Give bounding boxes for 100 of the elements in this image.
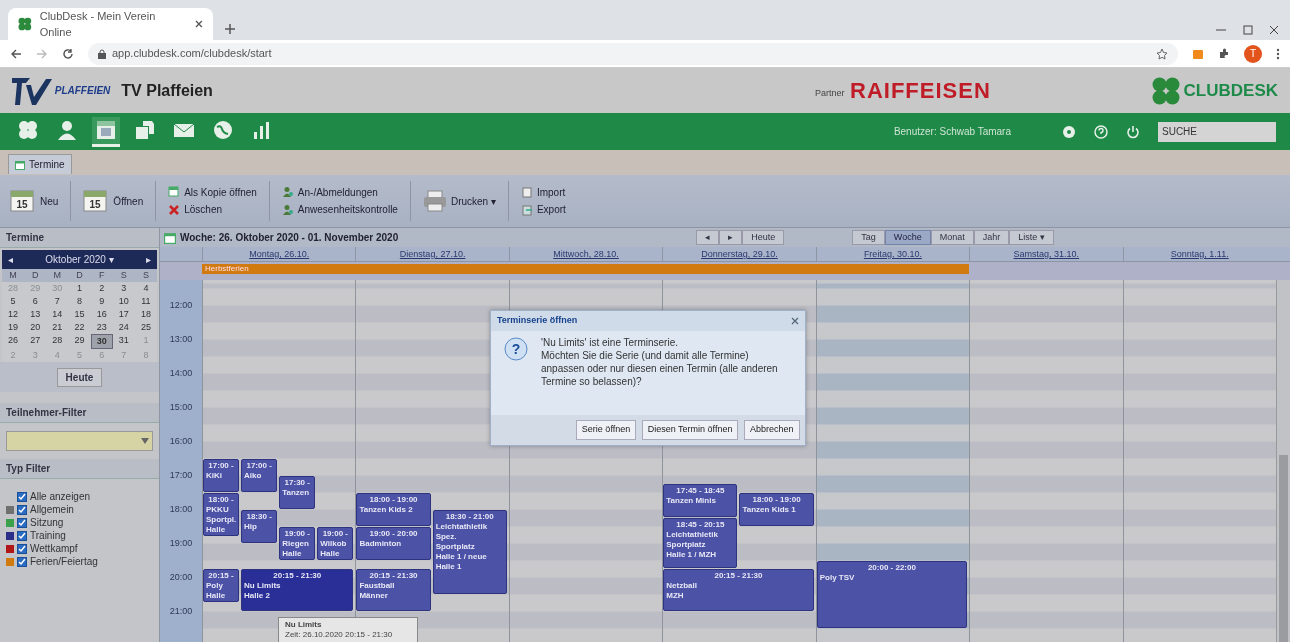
toolbar-button[interactable]: 15 Öffnen <box>83 188 144 214</box>
dialog-button[interactable]: Serie öffnen <box>575 420 637 440</box>
calendar-day[interactable]: 5 <box>2 295 25 308</box>
calendar-day[interactable]: 24 <box>112 321 135 334</box>
calendar-day[interactable]: 22 <box>68 321 91 334</box>
day-header[interactable]: Dienstag, 27.10. <box>355 247 509 261</box>
calendar-event[interactable]: 20:00 - 22:00 Poly TSV <box>816 560 968 628</box>
view-tab[interactable]: Monat <box>930 230 974 245</box>
calendar-day[interactable]: 25 <box>134 321 157 334</box>
calendar-day[interactable]: 11 <box>134 295 157 308</box>
dialog-button[interactable]: Diesen Termin öffnen <box>641 420 739 440</box>
calendar-day[interactable]: 10 <box>112 295 135 308</box>
help-icon[interactable] <box>1094 124 1108 139</box>
calendar-day[interactable]: 28 <box>46 334 69 349</box>
day-header[interactable]: Freitag, 30.10. <box>815 247 970 261</box>
checkbox[interactable] <box>17 556 27 567</box>
url-text[interactable]: app.clubdesk.com/clubdesk/start <box>112 45 272 62</box>
reload-icon[interactable] <box>62 47 74 60</box>
calendar-day[interactable]: 9 <box>90 295 113 308</box>
power-icon[interactable] <box>1126 124 1140 139</box>
star-icon[interactable] <box>1156 47 1168 60</box>
toolbar-button[interactable]: Anwesenheitskontrolle <box>281 202 398 218</box>
calendar-day[interactable]: 19 <box>2 321 25 334</box>
checkbox[interactable] <box>17 543 27 554</box>
calendar-day[interactable]: 1 <box>68 282 91 295</box>
view-tab[interactable]: Tag <box>852 230 885 245</box>
calendar-event[interactable]: 20:15 - 21:30 Nu Limits Halle 2 <box>241 569 354 611</box>
checkbox[interactable] <box>17 530 27 541</box>
view-tab[interactable]: Jahr <box>973 230 1010 245</box>
calendar-event[interactable]: 18:30 - 21:00 Leichtathletik Spez. Sportplatz Halle 1 / neue Halle 1 <box>432 509 507 594</box>
calendar-day[interactable]: 13 <box>24 308 47 321</box>
calendar-event[interactable]: 18:45 - 20:15 Leichtathletik Sportplatz Halle 1 / MZH <box>663 518 738 568</box>
calendar-day[interactable]: 18 <box>134 308 157 321</box>
calendar-day[interactable]: 31 <box>112 334 135 349</box>
calendar-event[interactable]: 18:00 - PKKU Sportpl. Halle <box>203 492 240 536</box>
prev-month-button[interactable]: ◂ <box>8 252 13 267</box>
calendar-day[interactable]: 17 <box>112 308 135 321</box>
extension-icon[interactable] <box>1192 47 1204 60</box>
nav-calendar-button[interactable] <box>92 116 120 147</box>
plus-icon[interactable] <box>224 22 236 35</box>
toolbar-button[interactable]: Als Kopie öffnen <box>168 184 257 200</box>
calendar-event[interactable]: 18:00 - 19:00 Tanzen Kids 1 <box>739 492 814 526</box>
calendar-day[interactable]: 7 <box>46 295 69 308</box>
day-header[interactable]: Donnerstag, 29.10. <box>662 247 816 261</box>
dialog-button[interactable]: Abbrechen <box>743 420 800 440</box>
checkbox[interactable] <box>17 491 27 502</box>
calendar-day[interactable]: 21 <box>46 321 69 334</box>
menu-icon[interactable] <box>1276 47 1280 60</box>
today-button[interactable]: Heute <box>56 367 103 387</box>
calendar-event[interactable]: 20:15 - Poly Halle <box>203 569 240 602</box>
checkbox[interactable] <box>17 504 27 515</box>
day-header[interactable]: Sonntag, 1.11. <box>1122 247 1276 261</box>
toolbar-button[interactable]: An-/Abmeldungen <box>281 184 398 200</box>
module-tab[interactable]: Termine <box>8 154 72 174</box>
calendar-day[interactable]: 3 <box>112 282 135 295</box>
view-tab[interactable]: Liste ▾ <box>1009 230 1054 245</box>
close-icon[interactable] <box>1269 24 1279 35</box>
nav-button[interactable]: ▸ <box>719 230 743 245</box>
calendar-event[interactable]: 19:00 - Riegen Halle <box>279 526 316 560</box>
toolbar-button[interactable]: Export <box>520 202 566 218</box>
calendar-day[interactable]: 20 <box>24 321 47 334</box>
day-header[interactable]: Samstag, 31.10. <box>969 247 1123 261</box>
nav-button[interactable]: ◂ <box>696 230 720 245</box>
calendar-event[interactable]: 17:30 - Tanzen <box>279 475 316 509</box>
toolbar-button[interactable]: Löschen <box>168 202 257 218</box>
calendar-day[interactable]: 14 <box>46 308 69 321</box>
maximize-icon[interactable] <box>1242 24 1253 35</box>
calendar-day[interactable]: 15 <box>68 308 91 321</box>
calendar-day[interactable]: 23 <box>90 321 113 334</box>
calendar-day[interactable]: 30 <box>90 334 113 349</box>
calendar-event[interactable]: 18:00 - 19:00 Tanzen Kids 2 <box>356 492 431 526</box>
calendar-day[interactable]: 6 <box>24 295 47 308</box>
calendar-day[interactable]: 8 <box>68 295 91 308</box>
print-button[interactable]: Drucken ▾ <box>422 190 496 212</box>
calendar-day[interactable]: 26 <box>2 334 25 349</box>
calendar-day[interactable]: 4 <box>134 282 157 295</box>
calendar-event[interactable]: 20:15 - 21:30 Faustball Männer <box>356 569 431 611</box>
calendar-event[interactable]: 20:15 - 21:30 Netzball MZH <box>663 569 814 611</box>
calendar-event[interactable]: 17:45 - 18:45 Tanzen Minis <box>663 484 738 517</box>
calendar-day[interactable]: 29 <box>68 334 91 349</box>
view-tab[interactable]: Woche <box>884 230 931 245</box>
checkbox[interactable] <box>17 517 27 528</box>
close-icon[interactable] <box>195 20 203 28</box>
calendar-day[interactable]: 16 <box>90 308 113 321</box>
calendar-event[interactable]: 18:30 - Hip <box>241 509 278 543</box>
calendar-day[interactable]: 12 <box>2 308 25 321</box>
back-icon[interactable] <box>10 47 22 60</box>
puzzle-icon[interactable] <box>1218 47 1230 60</box>
nav-button[interactable]: Heute <box>742 230 785 245</box>
settings-icon[interactable] <box>1062 124 1076 139</box>
profile-avatar[interactable]: T <box>1244 44 1262 63</box>
calendar-event[interactable]: 19:00 - Wilkob Halle <box>317 526 354 560</box>
toolbar-button[interactable]: Import <box>520 184 566 200</box>
calendar-event[interactable]: 19:00 - 20:00 Badminton <box>356 526 431 560</box>
calendar-event[interactable]: 17:00 - KiKi <box>203 458 240 492</box>
calendar-day[interactable]: 2 <box>90 282 113 295</box>
day-header[interactable]: Montag, 26.10. <box>202 247 356 261</box>
search-field[interactable]: SUCHE <box>1158 121 1276 142</box>
month-picker[interactable]: Oktober 2020 ▾ <box>45 252 114 267</box>
calendar-event[interactable]: 17:00 - Aiko <box>241 458 278 492</box>
